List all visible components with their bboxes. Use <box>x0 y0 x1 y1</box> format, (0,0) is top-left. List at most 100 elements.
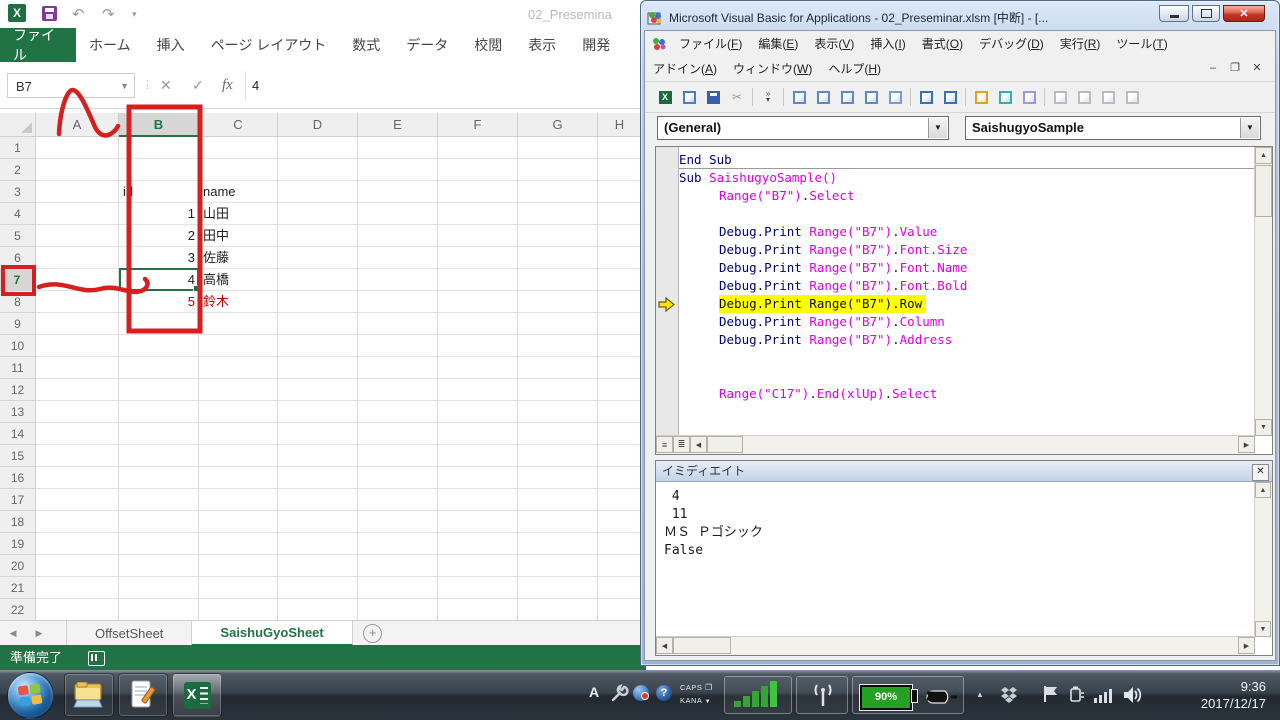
scroll-down-icon[interactable]: ▼ <box>1255 419 1272 436</box>
dropbox-icon[interactable] <box>1000 686 1018 704</box>
menu-挿入[interactable]: 挿入(I) <box>862 32 913 55</box>
bookmark-next-icon[interactable] <box>1074 87 1094 107</box>
code-margin[interactable] <box>656 147 679 436</box>
complete-word-icon[interactable] <box>861 87 881 107</box>
row-header-1[interactable]: 1 <box>0 137 36 159</box>
volume-speaker-icon[interactable] <box>1122 685 1144 705</box>
code-line-1[interactable]: End Sub <box>679 151 1255 169</box>
cell-C8[interactable]: 鈴木 <box>200 291 277 313</box>
row-header-10[interactable]: 10 <box>0 335 36 357</box>
code-hscroll-thumb[interactable] <box>707 436 743 453</box>
procedure-combo[interactable]: SaishugyoSample ▼ <box>965 116 1261 140</box>
ime-caps-kana-indicator[interactable]: CAPS ❐ KANA ▼ <box>680 681 713 709</box>
qat-customize-icon[interactable]: ▾ <box>132 9 137 20</box>
save-icon[interactable] <box>42 6 57 21</box>
code-line-7[interactable]: Debug.Print Range("B7").Font.Name <box>679 259 1255 277</box>
scroll-right-icon[interactable]: ▶ <box>1238 637 1255 654</box>
code-hscrollbar[interactable]: ≡ ≣ ◀ ▶ <box>656 435 1255 454</box>
immediate-hscroll-thumb[interactable] <box>673 637 731 654</box>
list-properties-icon[interactable] <box>789 87 809 107</box>
ribbon-tab-数式[interactable]: 数式 <box>339 28 393 62</box>
ribbon-tab-校閲[interactable]: 校閲 <box>461 28 515 62</box>
immediate-title-bar[interactable]: イミディエイト ✕ <box>656 461 1272 482</box>
immediate-output[interactable]: 4 11ＭＳ ＰゴシックFalse <box>656 482 1255 637</box>
immediate-hscrollbar[interactable]: ◀ ▶ <box>656 636 1255 655</box>
taskbar-excel-button[interactable]: X <box>172 673 222 717</box>
ribbon-tab-表示[interactable]: 表示 <box>515 28 569 62</box>
sheet-tab-SaishuGyoSheet[interactable]: SaishuGyoSheet <box>192 621 352 646</box>
bookmark-clear-icon[interactable] <box>1122 87 1142 107</box>
scroll-up-icon[interactable]: ▲ <box>1255 482 1271 498</box>
vba-close-button[interactable]: ✕ <box>1223 5 1265 22</box>
cut-icon[interactable]: ✂ <box>727 87 747 107</box>
row-header-17[interactable]: 17 <box>0 489 36 511</box>
menu-アドイン[interactable]: アドイン(A) <box>645 57 725 80</box>
code-window[interactable]: End SubSub SaishugyoSample()Range("B7").… <box>655 146 1273 455</box>
toolbar-overflow-icon[interactable]: » ▾ <box>758 87 778 107</box>
code-line-2[interactable]: Sub SaishugyoSample() <box>679 169 1255 187</box>
name-box[interactable]: B7 ▼ <box>7 73 135 98</box>
view-fullmodule-button[interactable]: ≣ <box>673 436 690 453</box>
ribbon-tab-開発[interactable]: 開発 <box>569 28 623 62</box>
toggle-breakpoint-icon[interactable] <box>971 87 991 107</box>
ime-tools-wrench-icon[interactable] <box>609 684 629 704</box>
save-icon[interactable] <box>703 87 723 107</box>
menu-ヘルプ[interactable]: ヘルプ(H) <box>820 57 889 80</box>
name-box-dropdown-icon[interactable]: ▼ <box>120 74 129 99</box>
code-text[interactable]: End SubSub SaishugyoSample()Range("B7").… <box>679 147 1255 436</box>
data-tips-icon[interactable] <box>837 87 857 107</box>
row-header-22[interactable]: 22 <box>0 599 36 621</box>
code-line-12[interactable] <box>679 349 1255 367</box>
code-line-4[interactable] <box>679 205 1255 223</box>
code-line-10[interactable]: Debug.Print Range("B7").Column <box>679 313 1255 331</box>
row-header-18[interactable]: 18 <box>0 511 36 533</box>
row-header-9[interactable]: 9 <box>0 313 36 335</box>
row-header-7[interactable]: 7 <box>0 269 36 291</box>
row-header-12[interactable]: 12 <box>0 379 36 401</box>
ime-mode-icon[interactable]: A <box>589 684 599 700</box>
row-header-14[interactable]: 14 <box>0 423 36 445</box>
taskbar-clock[interactable]: 9:36 2017/12/17 <box>1201 678 1266 712</box>
code-line-9[interactable]: Debug.Print Range("B7").Row <box>679 295 1255 313</box>
cell-B3[interactable]: id <box>120 181 198 203</box>
start-button[interactable] <box>7 672 54 719</box>
select-all-corner[interactable] <box>0 113 36 137</box>
cancel-button[interactable]: ✕ <box>160 73 172 98</box>
undo-icon[interactable]: ↶ <box>72 5 85 23</box>
bookmark-toggle-icon[interactable] <box>1050 87 1070 107</box>
scroll-down-icon[interactable]: ▼ <box>1255 621 1271 637</box>
menu-ツール[interactable]: ツール(T) <box>1108 32 1175 55</box>
sheet-tab-OffsetSheet[interactable]: OffsetSheet <box>66 621 192 646</box>
column-header-F[interactable]: F <box>438 113 518 137</box>
cell-B6[interactable]: 3 <box>120 247 198 269</box>
column-header-A[interactable]: A <box>36 113 119 137</box>
outdent-icon[interactable] <box>940 87 960 107</box>
row-header-19[interactable]: 19 <box>0 533 36 555</box>
ribbon-tab-ファイル[interactable]: ファイル <box>0 28 76 62</box>
action-center-flag-icon[interactable] <box>1042 684 1060 704</box>
ribbon-tab-データ[interactable]: データ <box>393 28 461 62</box>
tray-power-icon[interactable] <box>1068 685 1086 703</box>
vba-restore-button[interactable] <box>1192 5 1220 22</box>
bookmark-prev-icon[interactable] <box>1098 87 1118 107</box>
menu-書式[interactable]: 書式(O) <box>914 32 971 55</box>
row-header-15[interactable]: 15 <box>0 445 36 467</box>
wifi-panel[interactable] <box>796 676 848 714</box>
scroll-right-icon[interactable]: ▶ <box>1238 436 1255 453</box>
row-header-13[interactable]: 13 <box>0 401 36 423</box>
row-header-21[interactable]: 21 <box>0 577 36 599</box>
row-header-3[interactable]: 3 <box>0 181 36 203</box>
indent-icon[interactable] <box>916 87 936 107</box>
mdi-restore-button[interactable]: ❐ <box>1225 59 1245 77</box>
code-line-8[interactable]: Debug.Print Range("B7").Font.Bold <box>679 277 1255 295</box>
formula-value[interactable]: 4 <box>252 73 259 98</box>
taskbar-notepad-button[interactable] <box>118 673 168 717</box>
column-header-E[interactable]: E <box>358 113 438 137</box>
menu-編集[interactable]: 編集(E) <box>750 32 806 55</box>
code-line-5[interactable]: Debug.Print Range("B7").Value <box>679 223 1255 241</box>
row-header-2[interactable]: 2 <box>0 159 36 181</box>
undo-icon[interactable] <box>1019 87 1039 107</box>
row-header-6[interactable]: 6 <box>0 247 36 269</box>
row-header-11[interactable]: 11 <box>0 357 36 379</box>
code-line-13[interactable] <box>679 367 1255 385</box>
